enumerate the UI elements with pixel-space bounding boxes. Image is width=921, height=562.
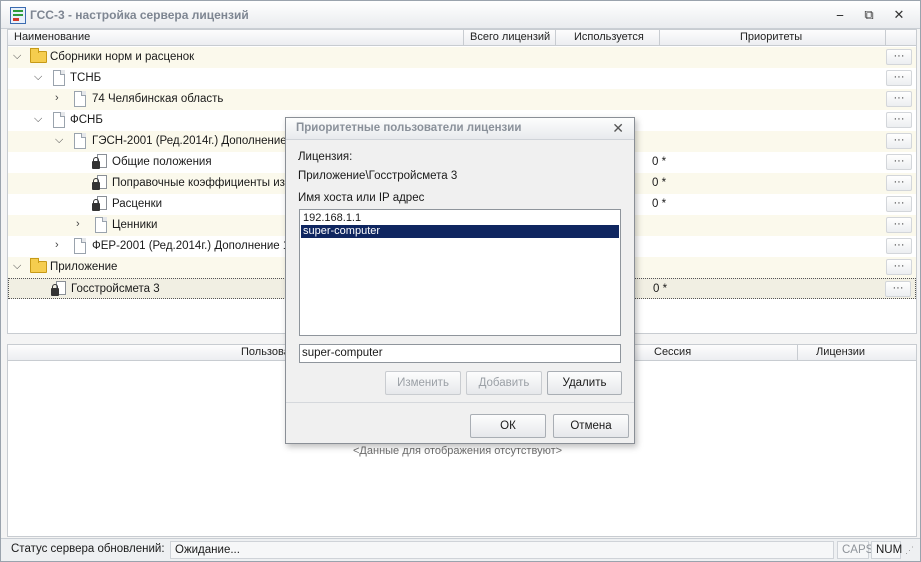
row-label: Сборники норм и расценок bbox=[50, 51, 195, 63]
column-header-used[interactable]: Используется bbox=[556, 30, 660, 46]
row-menu-button[interactable]: ··· bbox=[886, 112, 912, 128]
chevron-right-icon[interactable]: › bbox=[76, 218, 80, 230]
chevron-right-icon[interactable]: › bbox=[55, 92, 59, 104]
row-menu-button[interactable]: ··· bbox=[886, 259, 912, 275]
chevron-down-icon[interactable]: ⌵ bbox=[13, 260, 21, 273]
host-input[interactable]: super-computer bbox=[299, 344, 621, 363]
host-list-item[interactable]: 192.168.1.1 bbox=[301, 212, 619, 225]
document-icon bbox=[53, 112, 65, 128]
add-button[interactable]: Добавить bbox=[466, 371, 542, 395]
host-list-item-selected[interactable]: super-computer bbox=[301, 225, 619, 238]
status-bar: Статус сервера обновлений: Ожидание... C… bbox=[1, 538, 920, 561]
tree-row[interactable]: › 74 Челябинская область ··· bbox=[8, 89, 916, 110]
row-menu-button[interactable]: ··· bbox=[885, 281, 911, 297]
row-menu-button[interactable]: ··· bbox=[886, 238, 912, 254]
hosts-listbox[interactable]: 192.168.1.1 super-computer bbox=[299, 209, 621, 336]
row-priority: 0 * bbox=[652, 177, 667, 189]
row-priority: 0 * bbox=[652, 198, 667, 210]
chevron-right-icon[interactable]: › bbox=[55, 239, 59, 251]
row-menu-button[interactable]: ··· bbox=[886, 175, 912, 191]
row-label: ТСНБ bbox=[70, 72, 102, 84]
dialog-title-bar: Приоритетные пользователи лицензии ✕ bbox=[286, 118, 634, 140]
locked-document-icon bbox=[51, 281, 67, 298]
window-title: ГСС-3 - настройка сервера лицензий bbox=[30, 8, 249, 22]
folder-icon bbox=[30, 48, 47, 63]
restore-button[interactable]: ⧉ bbox=[856, 6, 882, 24]
chevron-down-icon[interactable]: ⌵ bbox=[55, 134, 63, 147]
update-status-label: Статус сервера обновлений: bbox=[11, 543, 165, 555]
column-header-actions bbox=[886, 30, 916, 46]
row-menu-button[interactable]: ··· bbox=[886, 196, 912, 212]
minimize-button[interactable]: ⎯ bbox=[827, 6, 853, 24]
document-icon bbox=[74, 91, 86, 107]
row-label: Расценки bbox=[112, 198, 163, 210]
caps-indicator: CAPS bbox=[837, 541, 873, 559]
row-priority: 0 * bbox=[652, 156, 667, 168]
column-header-priorities[interactable]: Приоритеты bbox=[660, 30, 886, 46]
dialog-close-icon[interactable]: ✕ bbox=[612, 120, 624, 137]
document-icon bbox=[95, 217, 107, 233]
row-menu-button[interactable]: ··· bbox=[886, 154, 912, 170]
chevron-down-icon[interactable]: ⌵ bbox=[34, 113, 42, 126]
locked-document-icon bbox=[92, 175, 108, 192]
delete-button[interactable]: Удалить bbox=[547, 371, 622, 395]
row-label: Общие положения bbox=[112, 156, 212, 168]
row-label: ФЕР-2001 (Ред.2014г.) Дополнение 1 bbox=[92, 240, 290, 252]
row-menu-button[interactable]: ··· bbox=[886, 49, 912, 65]
column-header-total[interactable]: Всего лицензий bbox=[464, 30, 556, 46]
empty-data-text: <Данные для отображения отсутствуют> bbox=[353, 445, 563, 457]
license-value: Приложение\Госстройсмета 3 bbox=[298, 170, 458, 182]
priority-users-dialog: Приоритетные пользователи лицензии ✕ Лиц… bbox=[285, 117, 635, 444]
row-menu-button[interactable]: ··· bbox=[886, 70, 912, 86]
document-icon bbox=[74, 238, 86, 254]
dialog-title: Приоритетные пользователи лицензии bbox=[296, 122, 522, 134]
chevron-down-icon[interactable]: ⌵ bbox=[13, 50, 21, 63]
close-button[interactable]: ✕ bbox=[886, 6, 912, 24]
row-menu-button[interactable]: ··· bbox=[886, 217, 912, 233]
row-label: ФСНБ bbox=[70, 114, 103, 126]
chevron-down-icon[interactable]: ⌵ bbox=[34, 71, 42, 84]
num-indicator: NUM bbox=[871, 541, 902, 559]
row-label: Ценники bbox=[112, 219, 158, 231]
tree-row[interactable]: ⌵ ТСНБ ··· bbox=[8, 68, 916, 89]
change-button[interactable]: Изменить bbox=[385, 371, 461, 395]
column-header-licenses[interactable]: Лицензии bbox=[798, 345, 916, 361]
column-header-name[interactable]: Наименование bbox=[8, 30, 464, 46]
dialog-separator bbox=[286, 402, 634, 403]
resize-grip-icon[interactable]: ⋰ bbox=[905, 545, 914, 556]
row-label: ГЭСН-2001 (Ред.2014г.) Дополнение 1 bbox=[92, 135, 297, 147]
row-label: Поправочные коэффициенты из О bbox=[112, 177, 298, 189]
row-priority: 0 * bbox=[653, 283, 668, 295]
row-label: Приложение bbox=[50, 261, 118, 273]
row-label: 74 Челябинская область bbox=[92, 93, 224, 105]
cancel-button[interactable]: Отмена bbox=[553, 414, 629, 438]
tree-row[interactable]: ⌵ Сборники норм и расценок ··· bbox=[8, 47, 916, 68]
row-menu-button[interactable]: ··· bbox=[886, 91, 912, 107]
locked-document-icon bbox=[92, 154, 108, 171]
document-icon bbox=[53, 70, 65, 86]
document-icon bbox=[74, 133, 86, 149]
row-label: Госстройсмета 3 bbox=[71, 283, 160, 295]
license-label: Лицензия: bbox=[298, 151, 353, 163]
ok-button[interactable]: ОК bbox=[470, 414, 546, 438]
folder-icon bbox=[30, 258, 47, 273]
host-label: Имя хоста или IP адрес bbox=[298, 192, 425, 204]
title-bar: ГСС-3 - настройка сервера лицензий ⎯ ⧉ ✕ bbox=[1, 1, 920, 29]
row-menu-button[interactable]: ··· bbox=[886, 133, 912, 149]
app-icon bbox=[10, 7, 26, 24]
locked-document-icon bbox=[92, 196, 108, 213]
update-status-value: Ожидание... bbox=[170, 541, 834, 559]
